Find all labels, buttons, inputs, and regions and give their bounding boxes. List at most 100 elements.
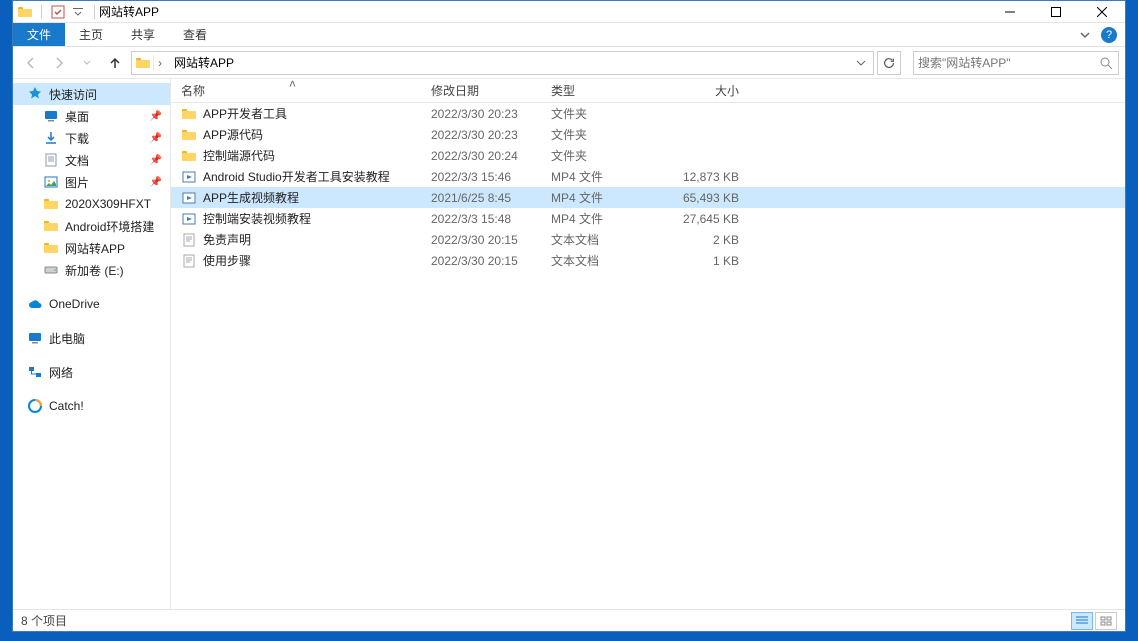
chevron-right-icon[interactable]: › <box>154 56 166 70</box>
sidebar-item[interactable]: Android环境搭建 <box>13 215 170 237</box>
sidebar-onedrive[interactable]: OneDrive <box>13 293 170 315</box>
file-list: APP开发者工具2022/3/30 20:23文件夹APP源代码2022/3/3… <box>171 103 1125 609</box>
separator <box>94 5 95 19</box>
table-row[interactable]: 使用步骤2022/3/30 20:15文本文档1 KB <box>171 250 1125 271</box>
back-button[interactable] <box>19 51 43 75</box>
folder-icon <box>17 4 33 20</box>
file-name: 免责声明 <box>203 231 251 248</box>
sidebar-item[interactable]: 图片📌 <box>13 171 170 193</box>
sort-indicator-icon: ˄ <box>289 79 296 91</box>
download-icon <box>43 130 59 146</box>
column-date[interactable]: 修改日期 <box>431 82 551 99</box>
video-icon <box>181 211 197 227</box>
sidebar-item[interactable]: 桌面📌 <box>13 105 170 127</box>
tab-home[interactable]: 主页 <box>65 23 117 46</box>
pin-icon: 📌 <box>150 177 162 188</box>
help-icon[interactable]: ? <box>1101 27 1117 43</box>
sidebar-item[interactable]: 网站转APP <box>13 237 170 259</box>
up-button[interactable] <box>103 51 127 75</box>
file-size: 27,645 KB <box>667 212 739 226</box>
pc-icon <box>27 330 43 346</box>
quick-access-toolbar <box>17 4 99 20</box>
sidebar-item[interactable]: 2020X309HFXT <box>13 193 170 215</box>
file-type: MP4 文件 <box>551 189 667 206</box>
file-date: 2022/3/30 20:23 <box>431 128 551 142</box>
refresh-button[interactable] <box>877 51 901 75</box>
sidebar-item-label: 快速访问 <box>49 86 97 103</box>
sidebar: 快速访问 桌面📌下载📌文档📌图片📌2020X309HFXTAndroid环境搭建… <box>13 79 171 609</box>
folder-icon <box>43 196 59 212</box>
sidebar-item[interactable]: 新加卷 (E:) <box>13 259 170 281</box>
recent-dropdown[interactable] <box>75 51 99 75</box>
minimize-button[interactable] <box>987 1 1033 23</box>
sidebar-item-label: 2020X309HFXT <box>65 197 151 211</box>
body: 快速访问 桌面📌下载📌文档📌图片📌2020X309HFXTAndroid环境搭建… <box>13 79 1125 609</box>
sidebar-item-label: 网站转APP <box>65 240 125 257</box>
breadcrumb-dropdown-icon[interactable] <box>853 55 869 71</box>
explorer-window: 网站转APP 文件 主页 共享 查看 ? › 网站转APP <box>12 0 1126 632</box>
file-type: 文本文档 <box>551 231 667 248</box>
column-name[interactable]: 名称 <box>171 82 431 99</box>
table-row[interactable]: 控制端安装视频教程2022/3/3 15:48MP4 文件27,645 KB <box>171 208 1125 229</box>
file-type: MP4 文件 <box>551 168 667 185</box>
search-icon[interactable] <box>1098 55 1114 71</box>
close-button[interactable] <box>1079 1 1125 23</box>
titlebar: 网站转APP <box>13 1 1125 23</box>
tab-view[interactable]: 查看 <box>169 23 221 46</box>
pin-icon: 📌 <box>150 155 162 166</box>
qat-dropdown-icon[interactable] <box>70 4 86 20</box>
table-row[interactable]: Android Studio开发者工具安装教程2022/3/3 15:46MP4… <box>171 166 1125 187</box>
content: 名称 ˄ 修改日期 类型 大小 APP开发者工具2022/3/30 20:23文… <box>171 79 1125 609</box>
file-type: 文件夹 <box>551 105 667 122</box>
file-date: 2022/3/30 20:24 <box>431 149 551 163</box>
breadcrumb-segment[interactable]: 网站转APP <box>166 52 242 74</box>
tab-file[interactable]: 文件 <box>13 23 65 46</box>
icons-view-button[interactable] <box>1095 612 1117 630</box>
cloud-icon <box>27 296 43 312</box>
table-row[interactable]: APP生成视频教程2021/6/25 8:45MP4 文件65,493 KB <box>171 187 1125 208</box>
file-name: 使用步骤 <box>203 252 251 269</box>
column-size[interactable]: 大小 <box>667 82 739 99</box>
table-row[interactable]: APP开发者工具2022/3/30 20:23文件夹 <box>171 103 1125 124</box>
file-name: 控制端源代码 <box>203 147 275 164</box>
video-icon <box>181 169 197 185</box>
view-toggles <box>1071 612 1117 630</box>
statusbar: 8 个项目 <box>13 609 1125 631</box>
maximize-button[interactable] <box>1033 1 1079 23</box>
folder-icon <box>43 240 59 256</box>
breadcrumb-root-icon[interactable] <box>132 55 154 71</box>
forward-button[interactable] <box>47 51 71 75</box>
table-row[interactable]: APP源代码2022/3/30 20:23文件夹 <box>171 124 1125 145</box>
file-name: Android Studio开发者工具安装教程 <box>203 168 390 185</box>
sidebar-item-label: 此电脑 <box>49 330 85 347</box>
file-type: MP4 文件 <box>551 210 667 227</box>
file-name: APP开发者工具 <box>203 105 287 122</box>
search-box[interactable] <box>913 51 1119 75</box>
file-date: 2022/3/3 15:48 <box>431 212 551 226</box>
sidebar-quick-access[interactable]: 快速访问 <box>13 83 170 105</box>
star-icon <box>27 86 43 102</box>
column-type[interactable]: 类型 <box>551 82 667 99</box>
expand-ribbon-icon[interactable] <box>1077 27 1093 43</box>
sidebar-item-label: 下载 <box>65 130 89 147</box>
sidebar-thispc[interactable]: 此电脑 <box>13 327 170 349</box>
sidebar-item[interactable]: 文档📌 <box>13 149 170 171</box>
video-icon <box>181 190 197 206</box>
search-input[interactable] <box>918 56 1098 70</box>
tab-share[interactable]: 共享 <box>117 23 169 46</box>
properties-icon[interactable] <box>50 4 66 20</box>
window-title: 网站转APP <box>99 3 159 20</box>
sidebar-catch[interactable]: Catch! <box>13 395 170 417</box>
file-size: 1 KB <box>667 254 739 268</box>
doc-icon <box>43 152 59 168</box>
sidebar-item-label: Android环境搭建 <box>65 218 154 235</box>
breadcrumb[interactable]: › 网站转APP <box>131 51 874 75</box>
sidebar-item[interactable]: 下载📌 <box>13 127 170 149</box>
file-type: 文件夹 <box>551 147 667 164</box>
table-row[interactable]: 免责声明2022/3/30 20:15文本文档2 KB <box>171 229 1125 250</box>
table-row[interactable]: 控制端源代码 2022/3/30 20:24文件夹 <box>171 145 1125 166</box>
details-view-button[interactable] <box>1071 612 1093 630</box>
network-icon <box>27 364 43 380</box>
sidebar-network[interactable]: 网络 <box>13 361 170 383</box>
file-size: 65,493 KB <box>667 191 739 205</box>
